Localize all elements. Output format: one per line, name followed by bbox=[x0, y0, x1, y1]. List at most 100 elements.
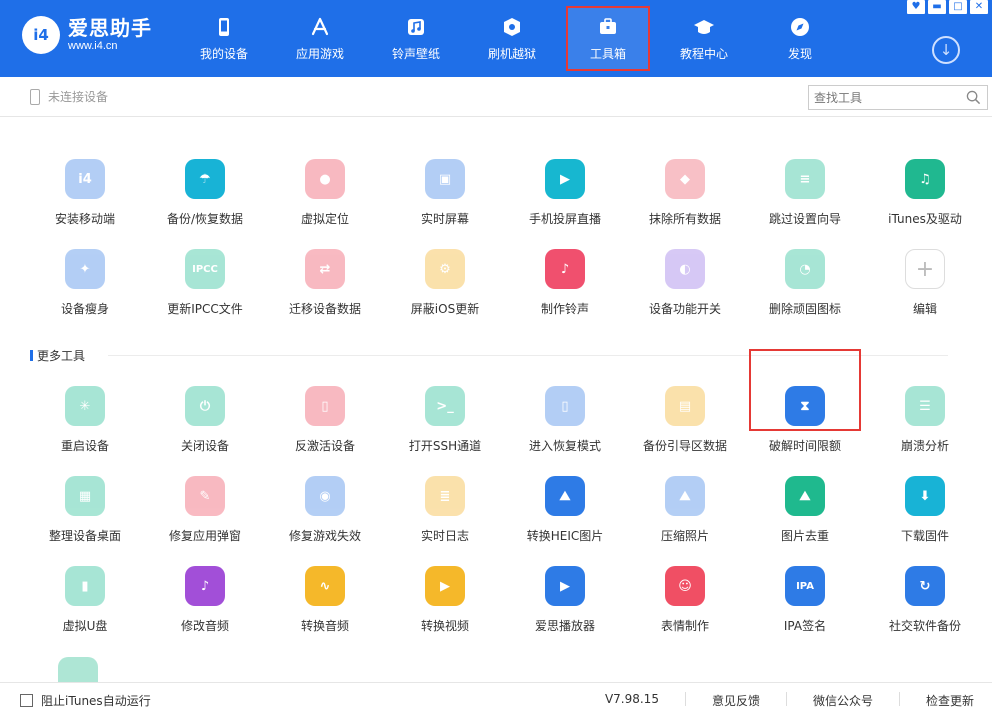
tool-item[interactable]: ⚙ 屏蔽iOS更新 bbox=[385, 208, 505, 316]
eraser-icon: ◆ bbox=[665, 159, 705, 199]
restart-icon: ✳ bbox=[65, 386, 105, 426]
backup-boot-icon: ▤ bbox=[665, 386, 705, 426]
skip-setup-icon: ≡ bbox=[785, 159, 825, 199]
nav-tab-6[interactable]: 发现 bbox=[752, 0, 848, 77]
tool-item[interactable]: ▣ 实时屏幕 bbox=[385, 118, 505, 226]
graduation-cap-icon bbox=[692, 15, 716, 39]
terminal-icon: >_ bbox=[425, 386, 465, 426]
tool-item[interactable]: ⬇ 下载固件 bbox=[865, 435, 985, 543]
player-icon: ▶ bbox=[545, 566, 585, 606]
tool-item[interactable]: ● 虚拟定位 bbox=[265, 118, 385, 226]
check-update-link[interactable]: 检查更新 bbox=[926, 692, 974, 709]
tool-item[interactable]: ◆ 抹除所有数据 bbox=[625, 118, 745, 226]
recovery-mode-icon: ▯ bbox=[545, 386, 585, 426]
itunes-autorun-toggle[interactable]: 阻止iTunes自动运行 bbox=[20, 692, 151, 709]
main-nav: 我的设备 应用游戏 铃声壁纸 刷机越狱 工具箱 教程中心 发现 bbox=[176, 0, 848, 77]
tool-item[interactable]: >_ 打开SSH通道 bbox=[385, 345, 505, 453]
tool-item[interactable]: ∿ 转换音频 bbox=[265, 525, 385, 633]
tool-item[interactable]: ✳ 重启设备 bbox=[25, 345, 145, 453]
nav-tab-3[interactable]: 刷机越狱 bbox=[464, 0, 560, 77]
tool-item[interactable]: ▶ 转换视频 bbox=[385, 525, 505, 633]
tool-item[interactable]: ▯ 进入恢复模式 bbox=[505, 345, 625, 453]
tool-item[interactable]: ▶ 爱思播放器 bbox=[505, 525, 625, 633]
compass-icon bbox=[788, 15, 812, 39]
box-icon bbox=[500, 15, 524, 39]
tool-item[interactable]: ♪ 制作铃声 bbox=[505, 208, 625, 316]
tool-item[interactable]: ✦ 设备瘦身 bbox=[25, 208, 145, 316]
tool-item[interactable]: + 编辑 bbox=[865, 208, 985, 316]
tool-item[interactable]: ≣ 实时日志 bbox=[385, 435, 505, 543]
app-name: 爱思助手 bbox=[68, 16, 152, 40]
tool-item[interactable]: ⛰ 图片去重 bbox=[745, 435, 865, 543]
log-icon: ≣ bbox=[425, 476, 465, 516]
tool-search-input[interactable] bbox=[814, 90, 964, 105]
itunes-autorun-checkbox[interactable] bbox=[20, 694, 33, 707]
minimize-icon[interactable]: ▬ bbox=[928, 0, 946, 14]
tool-item[interactable]: ▯ 反激活设备 bbox=[265, 345, 385, 453]
ipcc-icon: IPCC bbox=[185, 249, 225, 289]
download-manager-button[interactable]: ↓ bbox=[932, 36, 960, 64]
tool-label: 修改音频 bbox=[180, 619, 229, 633]
tool-item[interactable]: i4 安装移动端 bbox=[25, 118, 145, 226]
tool-item[interactable]: ▦ 整理设备桌面 bbox=[25, 435, 145, 543]
nav-tab-0[interactable]: 我的设备 bbox=[176, 0, 272, 77]
tool-item[interactable]: ≡ 跳过设置向导 bbox=[745, 118, 865, 226]
partial-tool-tile bbox=[58, 657, 98, 682]
tool-label: IPA签名 bbox=[783, 619, 827, 633]
tool-search bbox=[808, 85, 988, 110]
nav-tab-5[interactable]: 教程中心 bbox=[656, 0, 752, 77]
tool-item[interactable]: ☰ 崩溃分析 bbox=[865, 345, 985, 453]
photo-dedupe-icon: ⛰ bbox=[785, 476, 825, 516]
close-icon[interactable]: ✕ bbox=[970, 0, 988, 14]
status-bar: 未连接设备 bbox=[0, 77, 992, 117]
tool-item[interactable]: ✎ 修复应用弹窗 bbox=[145, 435, 265, 543]
nav-tab-1[interactable]: 应用游戏 bbox=[272, 0, 368, 77]
fix-popup-icon: ✎ bbox=[185, 476, 225, 516]
feedback-link[interactable]: 意见反馈 bbox=[712, 692, 760, 709]
tool-item[interactable]: IPA IPA签名 bbox=[745, 525, 865, 633]
tool-item[interactable]: ♫ iTunes及驱动 bbox=[865, 118, 985, 226]
tool-item[interactable]: ⧗ 破解时间限额 bbox=[745, 345, 865, 453]
tool-item[interactable]: ▮ 虚拟U盘 bbox=[25, 525, 145, 633]
device-status: 未连接设备 bbox=[30, 88, 108, 105]
edit-audio-icon: ♪ bbox=[185, 566, 225, 606]
tool-item[interactable]: ♪ 修改音频 bbox=[145, 525, 265, 633]
nav-tab-2[interactable]: 铃声壁纸 bbox=[368, 0, 464, 77]
wechat-link[interactable]: 微信公众号 bbox=[813, 692, 873, 709]
i4-app-icon: i4 bbox=[65, 159, 105, 199]
tool-item[interactable]: ◔ 删除顽固图标 bbox=[745, 208, 865, 316]
more-tools-grid: ✳ 重启设备 ⏻ 关闭设备 ▯ 反激活设备 >_ 打开SSH通道 ▯ 进入恢复模式 ▤ 备份引导区数据… bbox=[25, 345, 985, 633]
hourglass-icon: ⧗ bbox=[785, 386, 825, 426]
tool-item[interactable]: ▤ 备份引导区数据 bbox=[625, 345, 745, 453]
search-icon[interactable] bbox=[966, 90, 981, 105]
tool-item[interactable]: ◉ 修复游戏失效 bbox=[265, 435, 385, 543]
skin-icon[interactable]: ♥ bbox=[907, 0, 925, 14]
tool-item[interactable]: ↻ 社交软件备份 bbox=[865, 525, 985, 633]
tool-label: 制作铃声 bbox=[540, 302, 589, 316]
tool-item[interactable]: ⛰ 转换HEIC图片 bbox=[505, 435, 625, 543]
tool-item[interactable]: ▶ 手机投屏直播 bbox=[505, 118, 625, 226]
nav-tab-label: 应用游戏 bbox=[295, 47, 344, 61]
nav-tab-4[interactable]: 工具箱 bbox=[560, 0, 656, 77]
tool-label: 删除顽固图标 bbox=[768, 302, 841, 316]
itunes-icon: ♫ bbox=[905, 159, 945, 199]
tool-item[interactable]: ⛰ 压缩照片 bbox=[625, 435, 745, 543]
gamepad-icon: ◉ bbox=[305, 476, 345, 516]
convert-video-icon: ▶ bbox=[425, 566, 465, 606]
download-firmware-icon: ⬇ bbox=[905, 476, 945, 516]
tool-item[interactable]: ☂ 备份/恢复数据 bbox=[145, 118, 265, 226]
tool-item[interactable]: ◐ 设备功能开关 bbox=[625, 208, 745, 316]
tool-item[interactable]: ⇄ 迁移设备数据 bbox=[265, 208, 385, 316]
umbrella-icon: ☂ bbox=[185, 159, 225, 199]
phone-outline-icon bbox=[30, 88, 40, 105]
tool-label: 屏蔽iOS更新 bbox=[410, 302, 480, 316]
convert-audio-icon: ∿ bbox=[305, 566, 345, 606]
nav-tab-label: 发现 bbox=[787, 47, 812, 61]
ringtone-icon: ♪ bbox=[545, 249, 585, 289]
tool-item[interactable]: IPCC 更新IPCC文件 bbox=[145, 208, 265, 316]
crash-report-icon: ☰ bbox=[905, 386, 945, 426]
tool-item[interactable]: ☺ 表情制作 bbox=[625, 525, 745, 633]
maximize-icon[interactable]: □ bbox=[949, 0, 967, 14]
tool-label: 设备瘦身 bbox=[60, 302, 109, 316]
tool-item[interactable]: ⏻ 关闭设备 bbox=[145, 345, 265, 453]
